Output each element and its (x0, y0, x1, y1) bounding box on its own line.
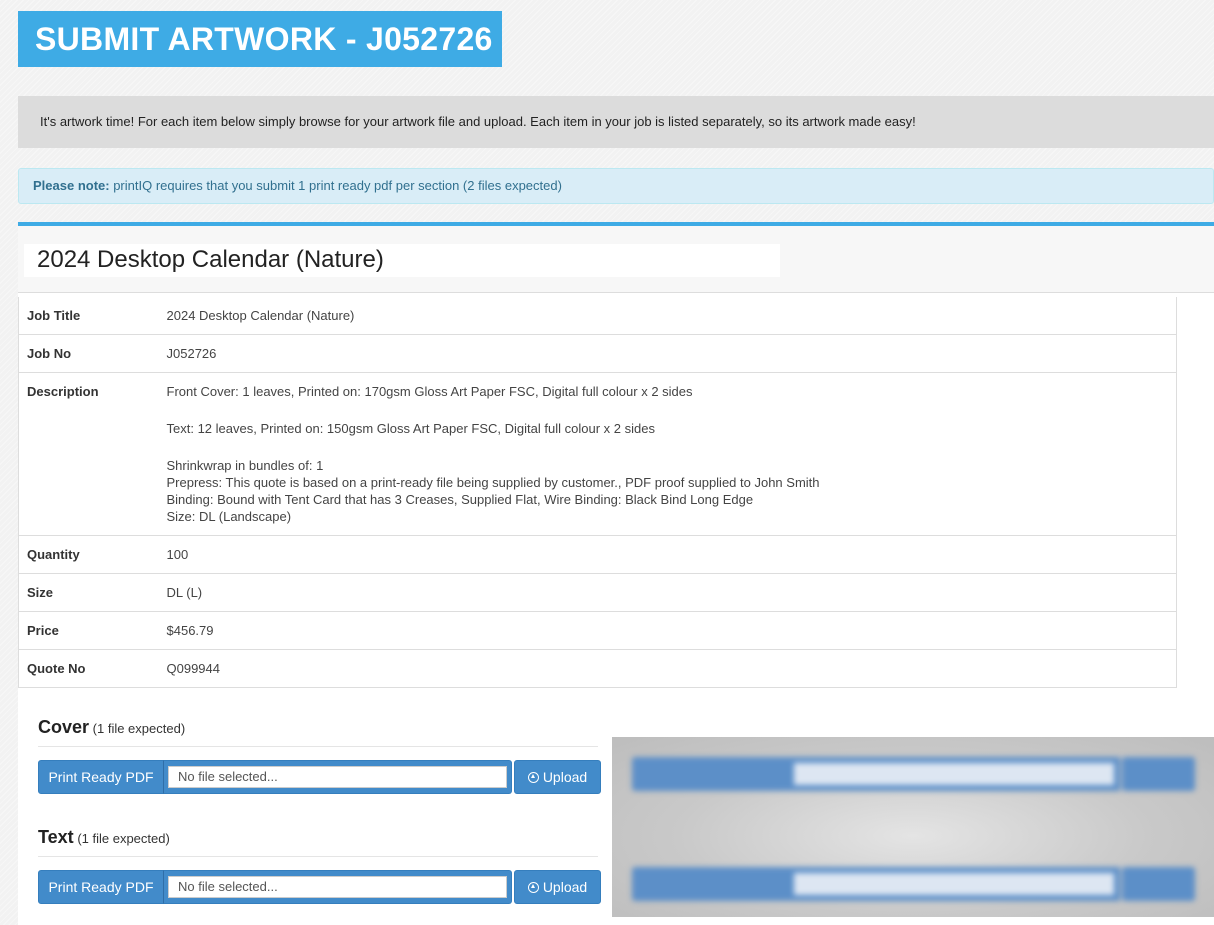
cover-file-picker[interactable]: No file selected... (163, 760, 512, 794)
table-row: Quantity 100 (18, 535, 1177, 574)
row-value-size: DL (L) (158, 573, 1177, 612)
job-details-table: Job Title 2024 Desktop Calendar (Nature)… (18, 297, 1177, 688)
note-label: Please note: (33, 178, 110, 193)
text-section-expected: (1 file expected) (77, 831, 170, 846)
job-heading: 2024 Desktop Calendar (Nature) (37, 246, 384, 273)
cover-file-type-button[interactable]: Print Ready PDF (38, 760, 164, 794)
row-key-quote-no: Quote No (18, 649, 159, 688)
cover-section-name: Cover (38, 717, 90, 737)
page-title: SUBMIT ARTWORK - J052726 (18, 11, 502, 67)
table-row: Job No J052726 (18, 334, 1177, 373)
row-value-quote-no: Q099944 (158, 649, 1177, 688)
blurred-upload-row (632, 867, 1195, 901)
description-line: Text: 12 leaves, Printed on: 150gsm Glos… (166, 421, 655, 436)
blurred-upload-row (632, 757, 1195, 791)
row-key-job-title: Job Title (27, 308, 81, 323)
cover-section-expected: (1 file expected) (92, 721, 186, 736)
blurred-region (612, 737, 1214, 917)
text-file-input[interactable]: No file selected... (168, 876, 507, 898)
circle-arrow-up-icon (527, 882, 539, 893)
description-line: Size: DL (Landscape) (166, 509, 292, 524)
table-row: Price $456.79 (18, 611, 1177, 650)
row-key-job-no: Job No (18, 334, 159, 373)
note-alert: Please note: printIQ requires that you s… (18, 168, 1214, 204)
description-line: Prepress: This quote is based on a print… (166, 475, 820, 490)
table-row: Size DL (L) (18, 573, 1177, 612)
note-text: printIQ requires that you submit 1 print… (109, 178, 562, 193)
intro-message: It's artwork time! For each item below s… (18, 96, 1214, 148)
cover-upload-label: Upload (542, 769, 588, 785)
row-key-quantity: Quantity (18, 535, 159, 574)
row-key-size: Size (18, 573, 159, 612)
row-value-price: $456.79 (158, 611, 1177, 650)
text-file-type-button[interactable]: Print Ready PDF (38, 870, 164, 904)
row-value-job-no: J052726 (158, 334, 1177, 373)
cover-upload-button[interactable]: Upload (514, 760, 601, 794)
text-file-picker[interactable]: No file selected... (163, 870, 512, 904)
row-value-job-title: 2024 Desktop Calendar (Nature) (166, 308, 355, 323)
row-value-quantity: 100 (158, 535, 1177, 574)
description-line: Front Cover: 1 leaves, Printed on: 170gs… (166, 384, 693, 399)
table-row: Job Title 2024 Desktop Calendar (Nature) (19, 297, 1177, 335)
circle-arrow-up-icon (527, 772, 539, 783)
text-upload-label: Upload (542, 879, 588, 895)
cover-file-input[interactable]: No file selected... (168, 766, 507, 788)
text-section-name: Text (38, 827, 74, 847)
cover-section-heading: Cover (1 file expected) (38, 717, 598, 747)
row-key-price: Price (18, 611, 159, 650)
table-row: Description Front Cover: 1 leaves, Print… (18, 372, 1177, 536)
row-key-description: Description (18, 372, 159, 536)
description-line: Shrinkwrap in bundles of: 1 (166, 458, 324, 473)
row-value-description: Front Cover: 1 leaves, Printed on: 170gs… (158, 372, 1177, 536)
table-row: Quote No Q099944 (18, 649, 1177, 688)
text-upload-button[interactable]: Upload (514, 870, 601, 904)
description-line: Binding: Bound with Tent Card that has 3… (166, 492, 754, 507)
text-section-heading: Text (1 file expected) (38, 827, 598, 857)
job-panel-header: 2024 Desktop Calendar (Nature) (18, 226, 1214, 293)
